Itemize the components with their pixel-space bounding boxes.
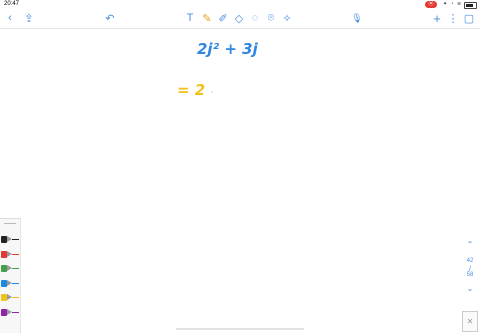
handwritten-expression: 2j² + 3j <box>197 40 258 58</box>
ink-cursor: · <box>210 88 214 97</box>
palette-handle[interactable] <box>4 223 16 224</box>
highlighter-tool-icon[interactable]: ✐ <box>216 11 230 25</box>
screen-record-icon: ⦿ <box>425 1 437 8</box>
status-icons: ✦ ◔ ≋ <box>443 1 463 7</box>
pen-color-line <box>12 253 19 255</box>
pen-color-6[interactable] <box>1 308 19 317</box>
add-page-icon[interactable]: + <box>430 11 444 26</box>
page-thumbnail[interactable]: ✕ <box>462 311 478 332</box>
page-up-icon[interactable]: ⌃ <box>464 240 476 249</box>
current-page: 42 <box>466 258 474 264</box>
laser-tool-icon[interactable]: ✧ <box>280 11 294 25</box>
shapes-tool-icon[interactable]: ⌾ <box>264 11 278 25</box>
pen-color-line <box>12 239 19 240</box>
pen-color-2[interactable] <box>1 250 19 259</box>
lasso-tool-icon[interactable]: ◌ <box>248 11 262 25</box>
eraser-tool-icon[interactable]: ◇ <box>232 11 246 25</box>
microphone-icon[interactable]: 🎙 <box>350 11 364 25</box>
handwritten-result: = 2 · <box>177 81 214 99</box>
share-icon[interactable]: ⇪ <box>22 11 36 25</box>
horizontal-scrollbar[interactable] <box>176 328 304 330</box>
pen-color-line <box>12 282 19 284</box>
more-options-icon[interactable]: ⋮ <box>446 11 460 25</box>
pen-tool-icon[interactable]: ✎ <box>200 11 214 25</box>
pen-color-line <box>12 297 19 298</box>
battery-icon <box>464 2 477 9</box>
page-navigator: ⌃ 42 / 58 ⌄ <box>464 240 476 296</box>
pen-palette <box>0 218 21 333</box>
pen-color-3[interactable] <box>1 264 19 273</box>
pen-color-line <box>12 268 19 269</box>
pen-color-4[interactable] <box>1 279 19 288</box>
toolbar: ‹ ⇪ ↶ T ✎ ✐ ◇ ◌ ⌾ ✧ 🎙 + ⋮ ▢ <box>0 9 480 28</box>
pages-icon[interactable]: ▢ <box>462 11 476 25</box>
total-pages: 58 <box>466 272 474 278</box>
pen-color-line <box>12 311 19 313</box>
page-down-icon[interactable]: ⌄ <box>464 284 476 293</box>
pen-color-1[interactable] <box>1 235 19 244</box>
status-time: 20:47 <box>4 1 20 7</box>
toolbar-divider <box>0 28 480 29</box>
text-tool-icon[interactable]: T <box>183 11 197 25</box>
pen-color-5[interactable] <box>1 293 19 302</box>
handwritten-result-text: = 2 <box>177 81 206 99</box>
undo-icon[interactable]: ↶ <box>103 11 117 25</box>
back-icon[interactable]: ‹ <box>3 11 17 25</box>
status-bar: 20:47 ⦿ ✦ ◔ ≋ <box>0 0 480 9</box>
